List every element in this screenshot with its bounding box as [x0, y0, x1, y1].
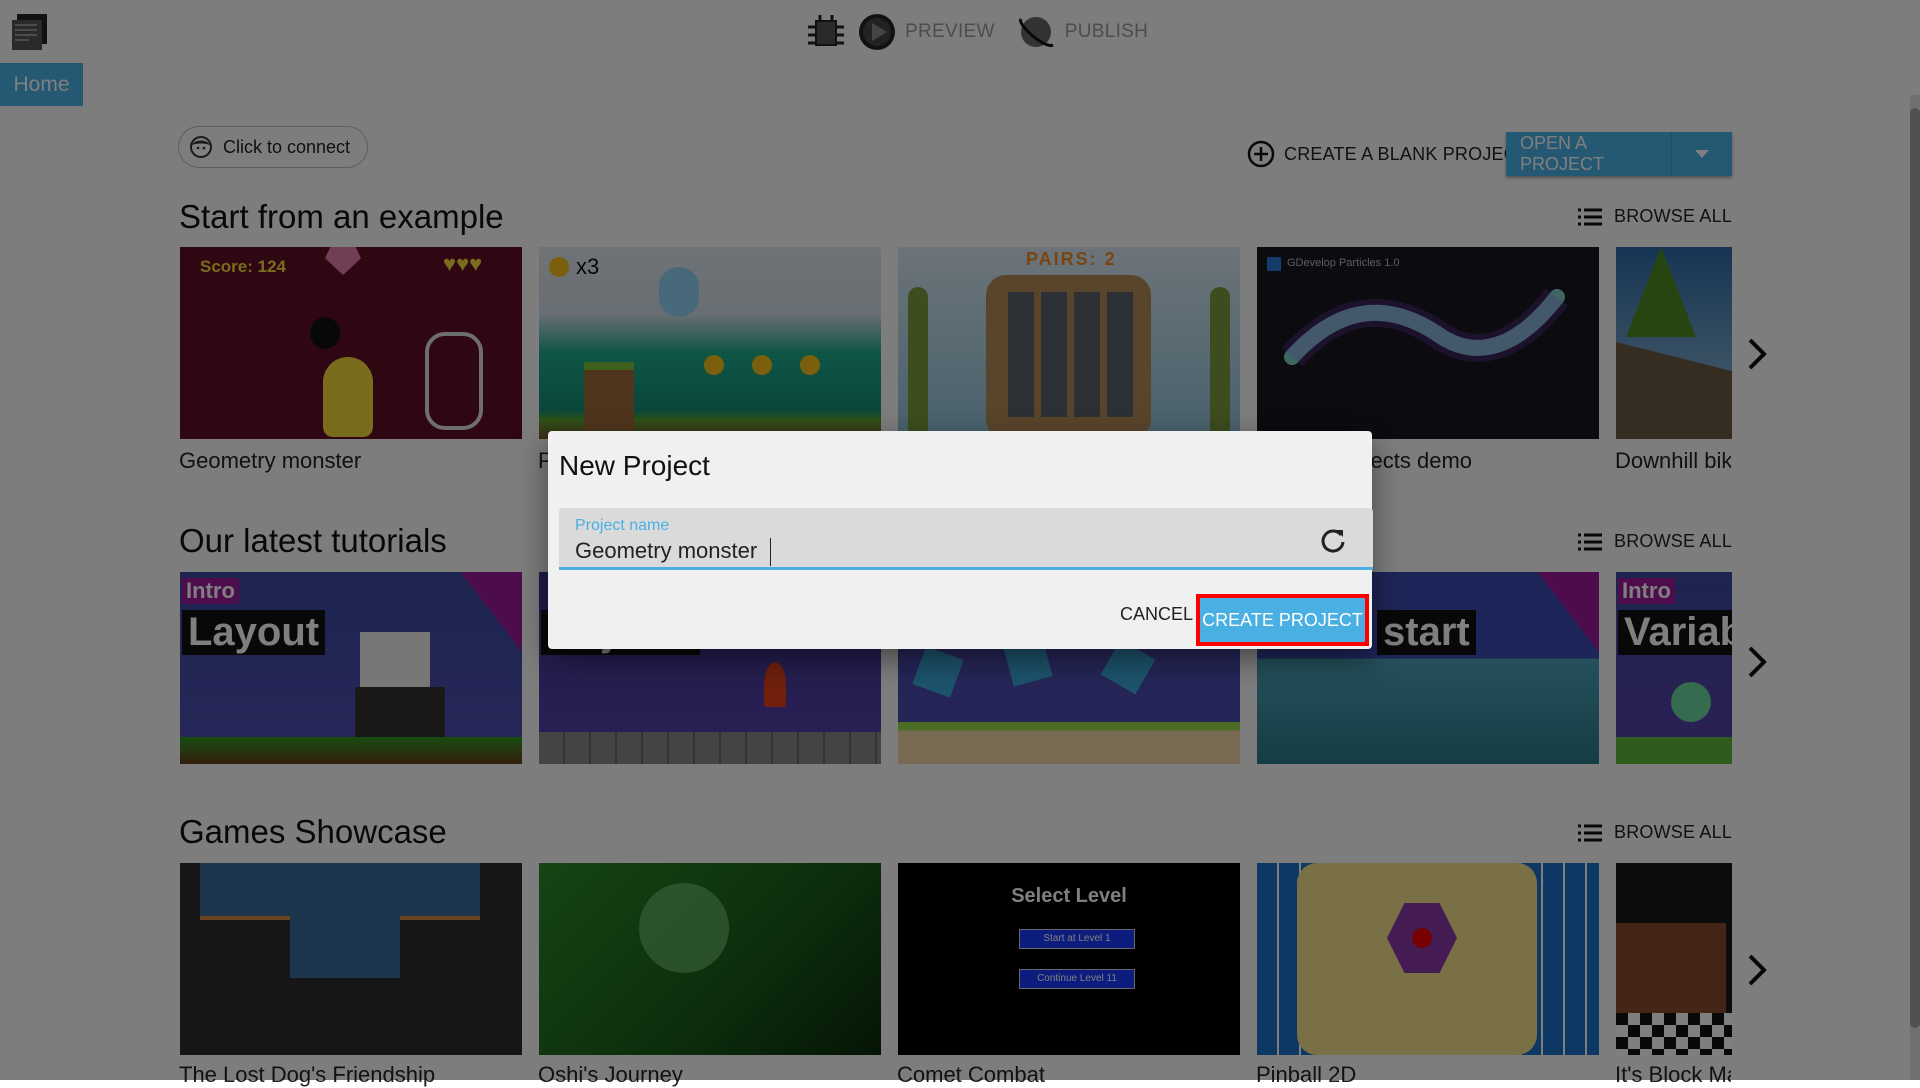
- new-project-dialog: New Project Project name CANCEL CREATE P…: [548, 431, 1373, 649]
- create-project-button[interactable]: CREATE PROJECT: [1196, 594, 1369, 646]
- project-name-field: Project name: [559, 508, 1373, 570]
- project-name-label: Project name: [575, 517, 670, 534]
- refresh-icon[interactable]: [1319, 526, 1347, 554]
- text-caret: [770, 538, 771, 566]
- dialog-title: New Project: [559, 450, 710, 481]
- project-name-input[interactable]: [573, 536, 1297, 566]
- cancel-button[interactable]: CANCEL: [1120, 604, 1193, 625]
